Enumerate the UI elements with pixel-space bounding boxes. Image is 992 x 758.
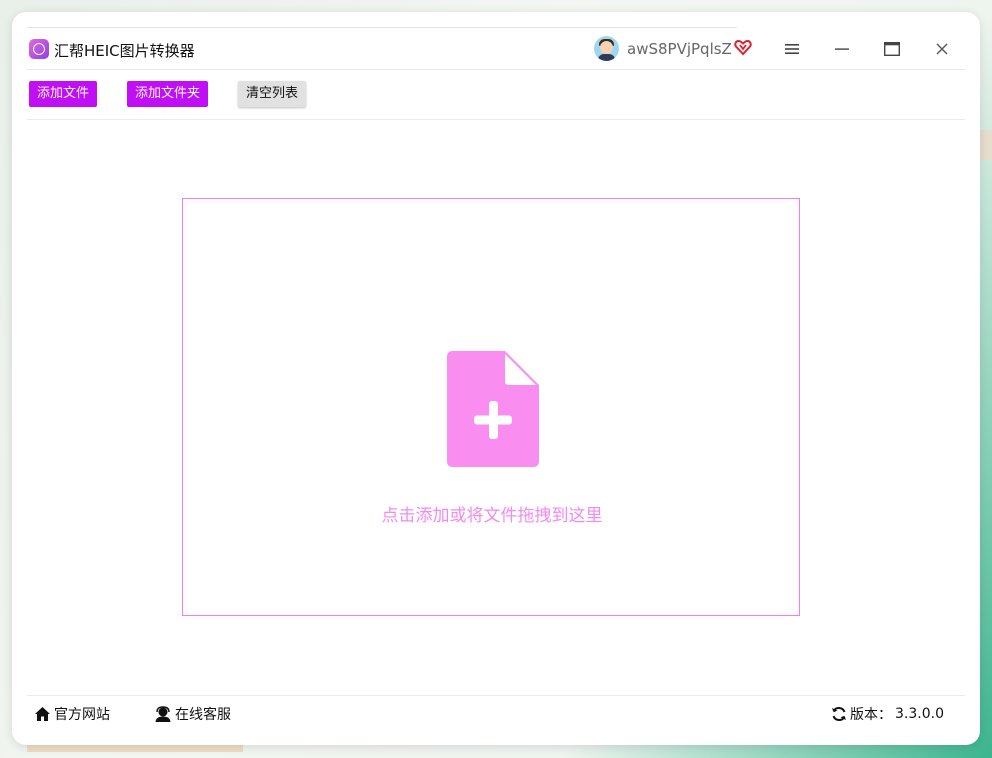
user-avatar[interactable]: [594, 36, 619, 61]
close-button[interactable]: [927, 34, 957, 64]
online-support-link[interactable]: 在线客服: [154, 704, 231, 724]
official-website-label: 官方网站: [54, 707, 110, 723]
minimize-icon: [835, 48, 849, 50]
file-add-icon: [447, 351, 539, 467]
title-bar: 汇帮HEIC图片转换器 awS8PVjPqlsZ: [12, 32, 980, 68]
menu-icon: [785, 44, 799, 54]
vip-heart-icon[interactable]: [734, 38, 752, 56]
maximize-button[interactable]: [877, 34, 907, 64]
home-icon: [35, 707, 50, 721]
top-divider: [27, 27, 737, 28]
footer: 官方网站 在线客服 版本： 3.3.0.0: [12, 696, 980, 732]
version-number: 3.3.0.0: [895, 706, 944, 722]
maximize-icon: [884, 42, 900, 56]
add-file-button[interactable]: 添加文件: [29, 81, 98, 107]
minimize-button[interactable]: [827, 34, 857, 64]
clear-list-button[interactable]: 清空列表: [238, 81, 307, 107]
version-info[interactable]: 版本： 3.3.0.0: [831, 704, 944, 724]
support-agent-icon: [155, 705, 171, 722]
add-folder-button[interactable]: 添加文件夹: [127, 81, 209, 107]
file-drop-zone[interactable]: 点击添加或将文件拖拽到这里: [182, 198, 800, 616]
menu-button[interactable]: [777, 34, 807, 64]
version-label: 版本：: [850, 707, 893, 723]
drop-hint-text: 点击添加或将文件拖拽到这里: [381, 506, 603, 526]
official-website-link[interactable]: 官方网站: [34, 704, 110, 724]
close-icon: [936, 43, 948, 55]
app-title: 汇帮HEIC图片转换器: [54, 42, 195, 60]
app-logo-icon: [29, 39, 49, 59]
toolbar-divider: [27, 119, 965, 120]
username[interactable]: awS8PVjPqlsZ: [627, 40, 732, 58]
titlebar-divider: [27, 69, 965, 70]
toolbar: 添加文件 添加文件夹 清空列表: [12, 78, 980, 114]
app-window: 汇帮HEIC图片转换器 awS8PVjPqlsZ 添加文件 添加文件夹 清空列表…: [12, 12, 980, 745]
refresh-icon: [832, 706, 847, 722]
online-support-label: 在线客服: [175, 707, 231, 723]
